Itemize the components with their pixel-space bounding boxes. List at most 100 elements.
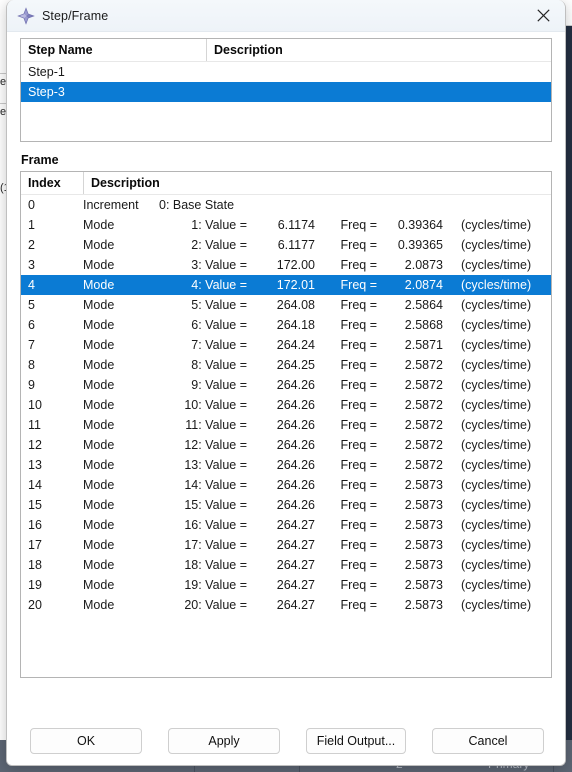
step-list-header: Step Name Description — [21, 39, 551, 62]
frame-kind-cell: Mode — [83, 338, 115, 352]
frame-row[interactable]: 8 Mode 8: Value = 264.25 Freq = 2.5872 (cycles… — [21, 355, 551, 375]
frame-freq-label-cell: Freq = — [340, 258, 377, 272]
frame-row[interactable]: 17 Mode 17: Value = 264.27 Freq = 2.5873 (cycl… — [21, 535, 551, 555]
frame-row[interactable]: 15 Mode 15: Value = 264.26 Freq = 2.5873 (cycl… — [21, 495, 551, 515]
close-icon[interactable] — [521, 0, 565, 31]
frame-label-cell: 18: Value = — [184, 558, 247, 572]
frame-freq-cell: 2.5873 — [404, 598, 443, 612]
frame-row[interactable]: 7 Mode 7: Value = 264.24 Freq = 2.5871 (cycles… — [21, 335, 551, 355]
step-name-cell: Step-3 — [28, 85, 65, 99]
frame-row[interactable]: 19 Mode 19: Value = 264.27 Freq = 2.5873 (cycl… — [21, 575, 551, 595]
step-row[interactable]: Step-1 — [21, 62, 551, 82]
frame-freq-label-cell: Freq = — [340, 518, 377, 532]
frame-value-cell: 172.00 — [276, 258, 315, 272]
frame-label-cell: 6: Value = — [191, 318, 247, 332]
frame-units-cell: (cycles/time) — [461, 558, 532, 572]
cancel-button[interactable]: Cancel — [432, 728, 544, 754]
frame-freq-label-cell: Freq = — [340, 598, 377, 612]
frame-units-cell: (cycles/time) — [461, 418, 532, 432]
frame-row[interactable]: 20 Mode 20: Value = 264.27 Freq = 2.5873 (cycl… — [21, 595, 551, 615]
frame-kind-cell: Mode — [83, 558, 115, 572]
frame-index-cell: 18 — [28, 558, 42, 572]
frame-freq-cell: 2.5873 — [404, 578, 443, 592]
frame-units-cell: (cycles/time) — [461, 398, 532, 412]
frame-value-cell: 264.26 — [276, 478, 315, 492]
frame-row[interactable]: 0 Increment 0: Base State — [21, 195, 551, 215]
frame-kind-cell: Mode — [83, 298, 115, 312]
frame-value-cell: 264.27 — [276, 518, 315, 532]
frame-label-cell: 19: Value = — [184, 578, 247, 592]
frame-index-cell: 9 — [28, 378, 35, 392]
column-header-description[interactable]: Description — [84, 172, 551, 194]
ok-button[interactable]: OK — [30, 728, 142, 754]
frame-row[interactable]: 10 Mode 10: Value = 264.26 Freq = 2.5872 (cycl… — [21, 395, 551, 415]
step-name-cell: Step-1 — [28, 65, 65, 79]
step-list[interactable]: Step Name Description Step-1 Step-3 — [20, 38, 552, 142]
frame-freq-label-cell: Freq = — [340, 238, 377, 252]
frame-index-cell: 19 — [28, 578, 42, 592]
frame-value-cell: 264.26 — [276, 418, 315, 432]
apply-button[interactable]: Apply — [168, 728, 280, 754]
frame-value-cell: 264.26 — [276, 458, 315, 472]
frame-freq-label-cell: Freq = — [340, 478, 377, 492]
frame-kind-cell: Mode — [83, 518, 115, 532]
frame-freq-cell: 2.5873 — [404, 558, 443, 572]
frame-value-cell: 264.27 — [276, 598, 315, 612]
frame-label-cell: 14: Value = — [184, 478, 247, 492]
frame-list[interactable]: Index Description 0 Increment 0: Base Stat… — [20, 171, 552, 678]
frame-value-cell: 264.18 — [276, 318, 315, 332]
frame-index-cell: 5 — [28, 298, 35, 312]
frame-kind-cell: Mode — [83, 498, 115, 512]
frame-freq-cell: 2.5872 — [404, 418, 443, 432]
frame-row[interactable]: 3 Mode 3: Value = 172.00 Freq = 2.0873 (cycles… — [21, 255, 551, 275]
frame-freq-label-cell: Freq = — [340, 438, 377, 452]
frame-freq-label-cell: Freq = — [340, 558, 377, 572]
frame-row[interactable]: 18 Mode 18: Value = 264.27 Freq = 2.5873 (cycl… — [21, 555, 551, 575]
frame-units-cell: (cycles/time) — [461, 378, 532, 392]
frame-value-cell: 264.08 — [276, 298, 315, 312]
frame-row[interactable]: 12 Mode 12: Value = 264.26 Freq = 2.5872 (cycl… — [21, 435, 551, 455]
column-header-step-name[interactable]: Step Name — [21, 39, 206, 61]
frame-label-cell: 4: Value = — [191, 278, 247, 292]
field-output-button[interactable]: Field Output... — [306, 728, 406, 754]
frame-row[interactable]: 13 Mode 13: Value = 264.26 Freq = 2.5872 (cycl… — [21, 455, 551, 475]
frame-row[interactable]: 14 Mode 14: Value = 264.26 Freq = 2.5873 (cycl… — [21, 475, 551, 495]
frame-value-cell: 264.26 — [276, 378, 315, 392]
step-rows-container: Step-1 Step-3 — [21, 62, 551, 102]
frame-kind-cell: Mode — [83, 218, 115, 232]
frame-row[interactable]: 4 Mode 4: Value = 172.01 Freq = 2.0874 (cycles… — [21, 275, 551, 295]
step-row[interactable]: Step-3 — [21, 82, 551, 102]
frame-rows-container: 0 Increment 0: Base State 1 Mode 1: Value = 6.… — [21, 195, 551, 615]
frame-index-cell: 8 — [28, 358, 35, 372]
frame-index-cell: 1 — [28, 218, 35, 232]
frame-row[interactable]: 9 Mode 9: Value = 264.26 Freq = 2.5872 (cycles… — [21, 375, 551, 395]
frame-row[interactable]: 16 Mode 16: Value = 264.27 Freq = 2.5873 (cycl… — [21, 515, 551, 535]
frame-freq-cell: 2.5873 — [404, 478, 443, 492]
frame-row[interactable]: 1 Mode 1: Value = 6.1174 Freq = 0.39364 (cycle… — [21, 215, 551, 235]
frame-kind-cell: Mode — [83, 598, 115, 612]
dialog-title: Step/Frame — [42, 8, 109, 23]
frame-freq-cell: 2.0874 — [404, 278, 443, 292]
frame-index-cell: 16 — [28, 518, 42, 532]
frame-row[interactable]: 6 Mode 6: Value = 264.18 Freq = 2.5868 (cycles… — [21, 315, 551, 335]
frame-freq-label-cell: Freq = — [340, 458, 377, 472]
frame-row[interactable]: 5 Mode 5: Value = 264.08 Freq = 2.5864 (cycles… — [21, 295, 551, 315]
frame-units-cell: (cycles/time) — [461, 598, 532, 612]
frame-freq-cell: 2.5873 — [404, 538, 443, 552]
column-header-index[interactable]: Index — [21, 172, 83, 194]
frame-units-cell: (cycles/time) — [461, 518, 532, 532]
frame-units-cell: (cycles/time) — [461, 358, 532, 372]
frame-value-cell: 264.26 — [276, 438, 315, 452]
frame-value-cell: 264.26 — [276, 398, 315, 412]
frame-freq-cell: 2.5872 — [404, 398, 443, 412]
frame-freq-label-cell: Freq = — [340, 498, 377, 512]
frame-freq-label-cell: Freq = — [340, 358, 377, 372]
frame-value-cell: 264.27 — [276, 558, 315, 572]
frame-row[interactable]: 11 Mode 11: Value = 264.26 Freq = 2.5872 (cycl… — [21, 415, 551, 435]
frame-kind-cell: Mode — [83, 478, 115, 492]
frame-units-cell: (cycles/time) — [461, 278, 532, 292]
frame-index-cell: 0 — [28, 198, 35, 212]
frame-row[interactable]: 2 Mode 2: Value = 6.1177 Freq = 0.39365 (cycle… — [21, 235, 551, 255]
frame-index-cell: 13 — [28, 458, 42, 472]
column-header-description[interactable]: Description — [207, 39, 551, 61]
